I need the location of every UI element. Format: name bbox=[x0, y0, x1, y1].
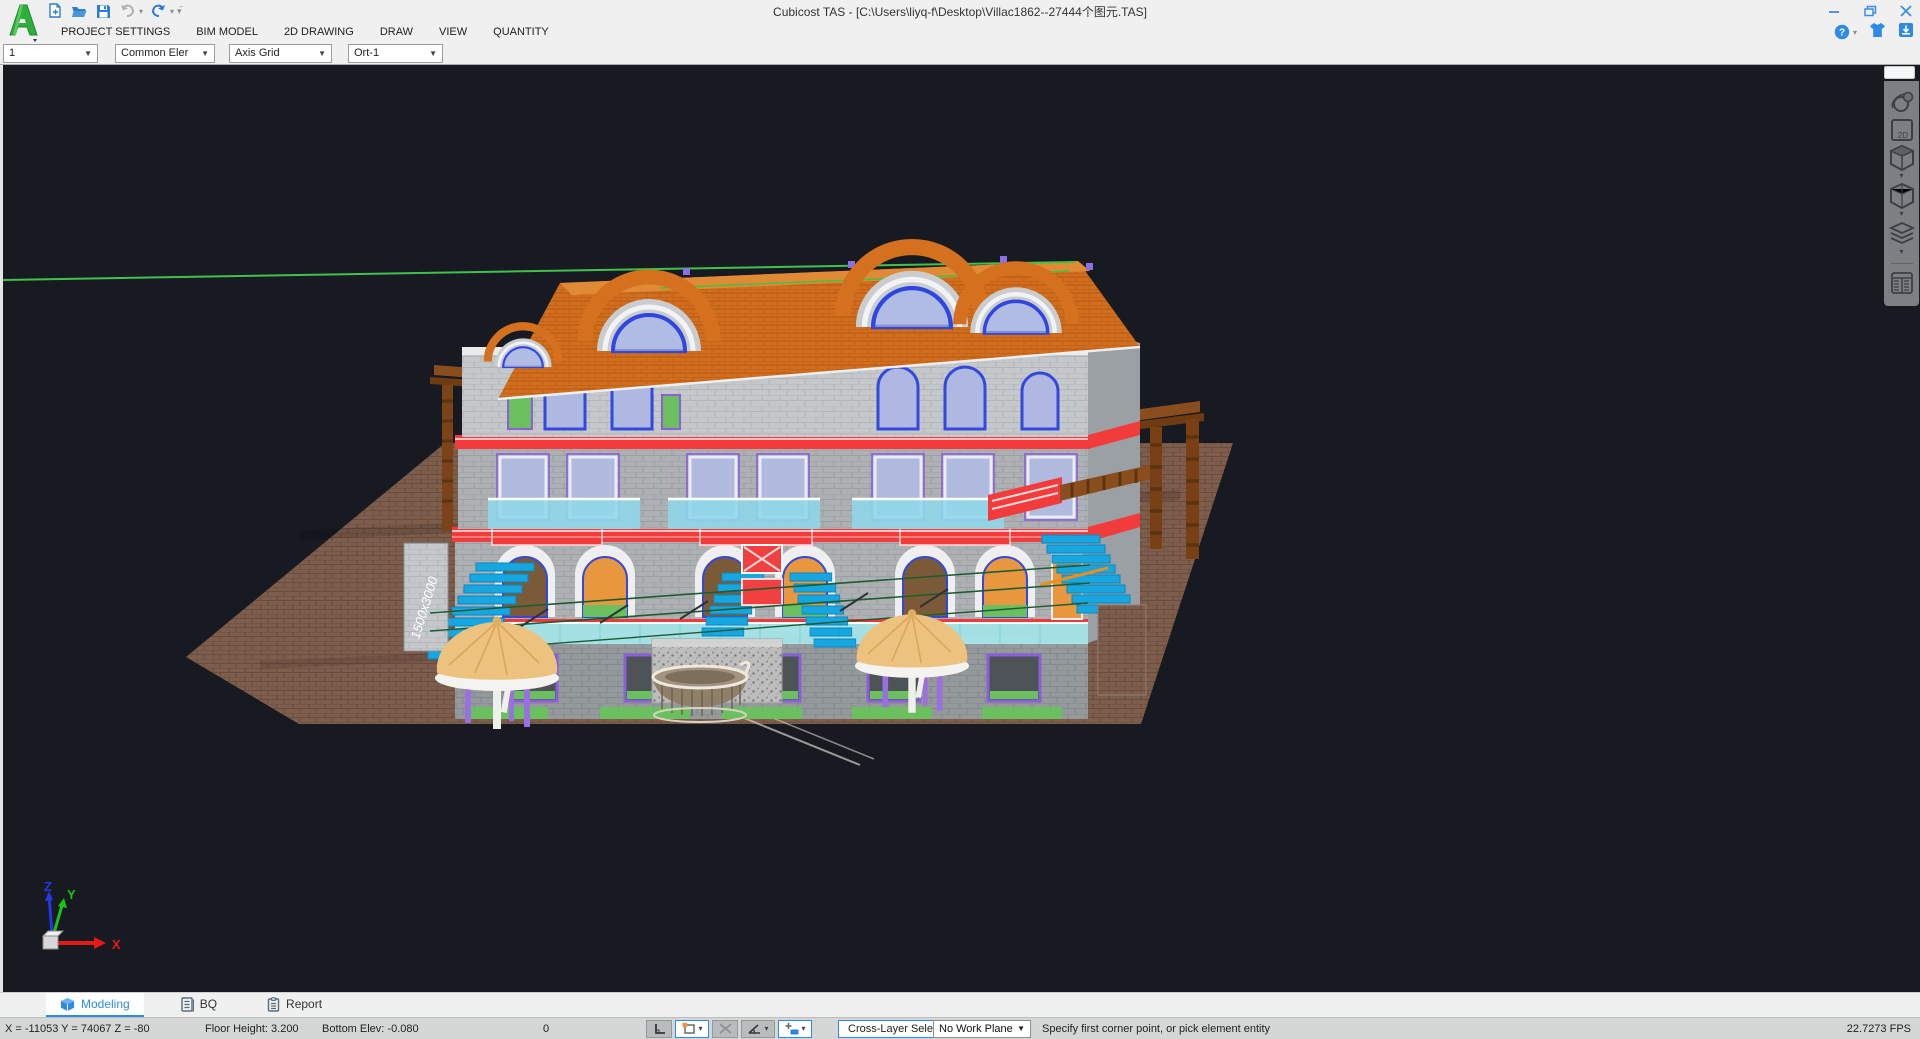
model-viewport[interactable]: 1500x3000 bbox=[0, 65, 1920, 992]
menu-bim-model[interactable]: BIM MODEL bbox=[183, 22, 271, 42]
tab-modeling-label: Modeling bbox=[81, 997, 130, 1011]
tshirt-icon bbox=[1869, 22, 1886, 38]
view-2d-tool[interactable]: 2D bbox=[1888, 117, 1916, 143]
theme-skin-button[interactable] bbox=[1869, 22, 1886, 43]
context-toolbar: 1 ▼ Common Eler ▼ Axis Grid ▼ Ort-1 ▼ bbox=[0, 42, 1920, 65]
help-icon: ? bbox=[1834, 24, 1850, 40]
selection-count: 0 bbox=[543, 1018, 549, 1039]
work-plane-value: No Work Plane bbox=[939, 1023, 1013, 1035]
axis-x-label: X bbox=[112, 937, 121, 952]
element-type-dropdown[interactable]: Common Eler ▼ bbox=[115, 44, 215, 63]
snap-point-icon bbox=[784, 1022, 799, 1035]
bottom-elevation-readout: Bottom Elev: -0.080 bbox=[322, 1018, 419, 1039]
chevron-down-icon: ▾ bbox=[801, 1024, 805, 1033]
chevron-down-icon: ▼ bbox=[314, 49, 326, 58]
pick-box-button[interactable]: ▾ bbox=[675, 1020, 709, 1038]
title-bar: ▾ ▾ ▾‾ Cubicost TAS - [C:\Users\liyq-f\D… bbox=[0, 0, 1920, 22]
ortho-icon bbox=[652, 1022, 667, 1035]
app-logo-menu[interactable] bbox=[6, 2, 40, 42]
element-type-value: Common Eler bbox=[121, 47, 188, 59]
modeling-cube-icon bbox=[60, 997, 75, 1012]
menu-draw[interactable]: DRAW bbox=[367, 22, 426, 42]
axis-y-label: Y bbox=[67, 887, 76, 902]
right-panel-cap[interactable] bbox=[1884, 66, 1915, 79]
report-clipboard-icon bbox=[267, 997, 280, 1012]
layers-tool[interactable] bbox=[1888, 221, 1916, 247]
shaded-view-dropdown-caret[interactable]: ▾ bbox=[1899, 173, 1903, 181]
svg-text:2D: 2D bbox=[1897, 131, 1907, 140]
status-bar: X = -11053 Y = 74067 Z = -80 Floor Heigh… bbox=[0, 1017, 1920, 1039]
command-prompt: Specify first corner point, or pick elem… bbox=[1042, 1018, 1270, 1039]
workspace-tab-bar: Modeling BQ Report bbox=[0, 992, 1920, 1017]
snap-point-button[interactable]: ▾ bbox=[778, 1020, 812, 1038]
chevron-down-icon: ▼ bbox=[1017, 1024, 1025, 1033]
schedule-table-tool[interactable] bbox=[1888, 270, 1916, 296]
chevron-down-icon: ▼ bbox=[197, 49, 209, 58]
window-controls bbox=[1824, 0, 1916, 22]
wireframe-view-dropdown-caret[interactable]: ▾ bbox=[1899, 211, 1903, 219]
minimize-button[interactable] bbox=[1824, 2, 1844, 20]
tab-bq-label: BQ bbox=[200, 997, 217, 1011]
element-name-dropdown[interactable]: Ort-1 ▼ bbox=[348, 44, 443, 63]
menu-bar: PROJECT SETTINGS BIM MODEL 2D DRAWING DR… bbox=[0, 22, 1920, 42]
menu-quantity[interactable]: QUANTITY bbox=[480, 22, 562, 42]
chevron-down-icon: ▾ bbox=[764, 1024, 768, 1033]
menu-project-settings[interactable]: PROJECT SETTINGS bbox=[48, 22, 183, 42]
view-tool-strip: 2D ▾ ▾ ▾ bbox=[1884, 81, 1919, 306]
chevron-down-icon: ▾ bbox=[698, 1024, 702, 1033]
layers-dropdown-caret[interactable]: ▾ bbox=[1899, 249, 1903, 257]
cubicost-logo-icon bbox=[6, 2, 40, 42]
menu-2d-drawing[interactable]: 2D DRAWING bbox=[271, 22, 367, 42]
floor-select-value: 1 bbox=[9, 47, 15, 59]
chevron-down-icon: ▼ bbox=[425, 49, 437, 58]
angle-snap-button[interactable]: ▾ bbox=[741, 1020, 775, 1038]
tab-report-label: Report bbox=[286, 997, 322, 1011]
download-update-button[interactable] bbox=[1898, 22, 1914, 43]
pick-box-icon bbox=[681, 1022, 696, 1035]
chevron-down-icon: ▼ bbox=[80, 49, 92, 58]
svg-text:?: ? bbox=[1839, 28, 1845, 39]
shaded-view-tool[interactable] bbox=[1888, 145, 1916, 171]
angle-icon bbox=[747, 1022, 762, 1035]
tab-modeling[interactable]: Modeling bbox=[46, 993, 144, 1017]
cursor-coordinates: X = -11053 Y = 74067 Z = -80 bbox=[5, 1018, 150, 1039]
ortho-mode-button[interactable] bbox=[646, 1020, 672, 1038]
help-dropdown-caret[interactable]: ▾ bbox=[1853, 28, 1857, 37]
floor-select-dropdown[interactable]: 1 ▼ bbox=[3, 44, 98, 63]
floor-height-readout: Floor Height: 3.200 bbox=[205, 1018, 299, 1039]
tab-bq[interactable]: BQ bbox=[166, 993, 231, 1017]
element-category-dropdown[interactable]: Axis Grid ▼ bbox=[229, 44, 332, 63]
menu-view[interactable]: VIEW bbox=[426, 22, 480, 42]
restore-button[interactable] bbox=[1860, 2, 1880, 20]
axis-z-label: Z bbox=[44, 879, 52, 894]
tool-strip-divider bbox=[1891, 263, 1913, 264]
window-title: Cubicost TAS - [C:\Users\liyq-f\Desktop\… bbox=[0, 0, 1920, 22]
download-icon bbox=[1898, 22, 1914, 38]
orbit-tool[interactable] bbox=[1888, 89, 1916, 115]
close-button[interactable] bbox=[1896, 2, 1916, 20]
3d-scene[interactable]: 1500x3000 bbox=[0, 65, 1920, 992]
stair-pillar[interactable]: 1500x3000 bbox=[404, 543, 448, 651]
cross-lines-icon bbox=[718, 1022, 733, 1035]
work-plane-dropdown[interactable]: No Work Plane ▼ bbox=[933, 1020, 1031, 1038]
help-button[interactable]: ? ▾ bbox=[1834, 24, 1857, 40]
wireframe-view-tool[interactable] bbox=[1888, 183, 1916, 209]
bq-document-icon bbox=[180, 997, 194, 1012]
application-window: ▾ ▾ ▾‾ Cubicost TAS - [C:\Users\liyq-f\D… bbox=[0, 0, 1920, 1039]
tab-report[interactable]: Report bbox=[253, 993, 336, 1017]
element-category-value: Axis Grid bbox=[235, 47, 280, 59]
fps-readout: 22.7273 FPS bbox=[1847, 1018, 1911, 1039]
cross-snap-button[interactable] bbox=[712, 1020, 738, 1038]
element-name-value: Ort-1 bbox=[354, 47, 379, 59]
